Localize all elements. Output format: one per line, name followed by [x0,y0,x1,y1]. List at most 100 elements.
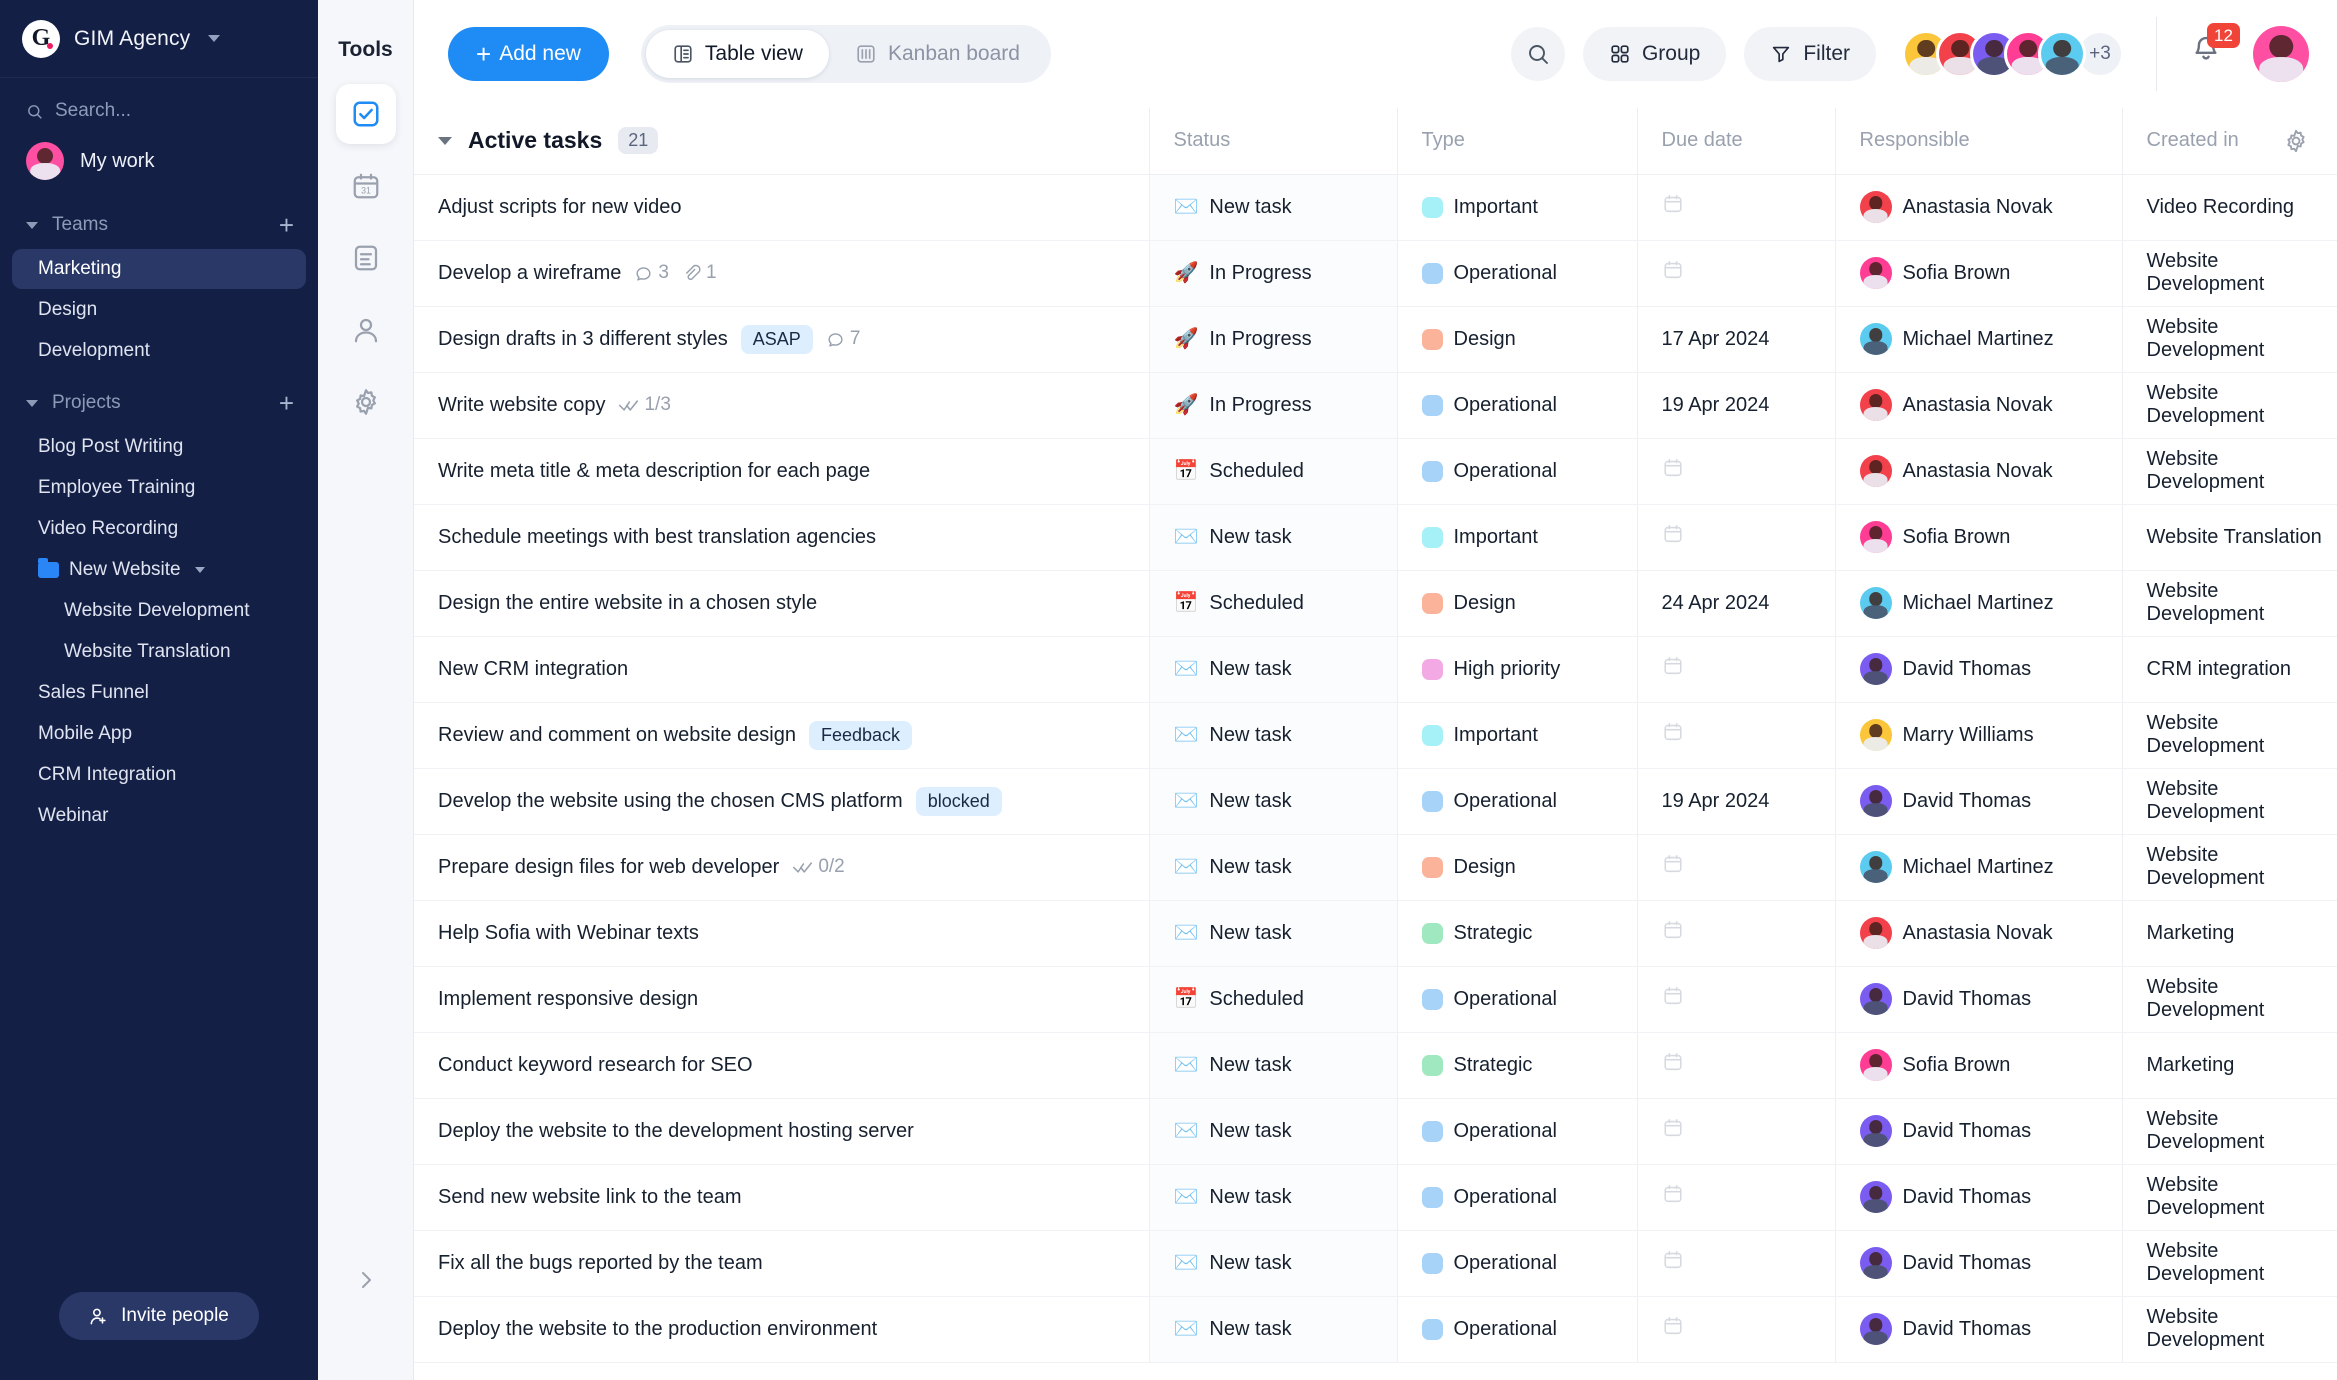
current-user-avatar[interactable] [2253,26,2309,82]
cell-status[interactable]: ✉️ New task [1148,702,1397,769]
cell-status[interactable]: ✉️ New task [1148,1230,1397,1297]
cell-responsible[interactable]: David Thomas [1834,1098,2122,1165]
cell-task[interactable]: Develop a wireframe 3 1 [414,240,1149,307]
cell-due-date[interactable] [1636,1098,1835,1165]
tool-calendar[interactable]: 31 [336,156,396,216]
notifications-button[interactable]: 12 [2189,23,2240,77]
cell-created-in[interactable]: Website Development [2121,1230,2337,1297]
cell-created-in[interactable]: Marketing [2121,900,2337,967]
cell-status[interactable]: ✉️ New task [1148,1098,1397,1165]
workspace-switcher[interactable]: G GIM Agency [0,0,318,78]
task-tag[interactable]: Feedback [808,720,913,750]
cell-responsible[interactable]: Anastasia Novak [1834,372,2122,439]
column-header-status[interactable]: Status [1148,108,1397,175]
chevron-down-icon[interactable] [26,399,38,407]
cell-responsible[interactable]: David Thomas [1834,966,2122,1033]
cell-due-date[interactable] [1636,1296,1835,1363]
cell-status[interactable]: 🚀 In Progress [1148,240,1397,307]
cell-created-in[interactable]: Website Development [2121,306,2337,373]
sidebar-item-employee-training[interactable]: Employee Training [12,468,306,508]
chevron-down-icon[interactable] [194,567,205,573]
cell-due-date[interactable] [1636,504,1835,571]
cell-status[interactable]: ✉️ New task [1148,1296,1397,1363]
cell-created-in[interactable]: Website Translation [2121,504,2337,571]
cell-created-in[interactable]: Website Development [2121,438,2337,505]
cell-due-date[interactable] [1636,702,1835,769]
cell-status[interactable]: ✉️ New task [1148,834,1397,901]
cell-task[interactable]: Review and comment on website design Feed… [414,702,1149,769]
cell-created-in[interactable]: Video Recording [2121,174,2337,241]
chevron-down-icon[interactable] [438,136,452,145]
cell-created-in[interactable]: Website Development [2121,834,2337,901]
sidebar-item-my-work[interactable]: My work [0,130,318,194]
sidebar-item-sales-funnel[interactable]: Sales Funnel [12,673,306,713]
cell-responsible[interactable]: Sofia Brown [1834,240,2122,307]
tab-table-view[interactable]: Table view [645,30,829,78]
table-row[interactable]: Help Sofia with Webinar texts ✉️ New task S… [414,900,2337,967]
cell-task[interactable]: Fix all the bugs reported by the team [414,1230,1149,1297]
table-row[interactable]: Conduct keyword research for SEO ✉️ New ta… [414,1032,2337,1099]
cell-due-date[interactable] [1636,174,1835,241]
cell-due-date[interactable]: 24 Apr 2024 [1636,570,1835,637]
cell-type[interactable]: Important [1396,702,1637,769]
cell-responsible[interactable]: Anastasia Novak [1834,174,2122,241]
cell-type[interactable]: Operational [1396,438,1637,505]
sidebar-item-website-development[interactable]: Website Development [12,591,306,631]
cell-task[interactable]: Deploy the website to the production env… [414,1296,1149,1363]
cell-due-date[interactable] [1636,1032,1835,1099]
cell-due-date[interactable] [1636,1164,1835,1231]
cell-due-date[interactable]: 17 Apr 2024 [1636,306,1835,373]
collapse-rail-button[interactable] [318,1268,413,1292]
cell-task[interactable]: Implement responsive design [414,966,1149,1033]
add-team-button[interactable]: + [279,212,294,238]
cell-responsible[interactable]: Michael Martinez [1834,834,2122,901]
cell-type[interactable]: Design [1396,570,1637,637]
cell-due-date[interactable]: 19 Apr 2024 [1636,372,1835,439]
cell-responsible[interactable]: David Thomas [1834,1230,2122,1297]
chevron-down-icon[interactable] [26,221,38,229]
filter-button[interactable]: Filter [1744,27,1876,81]
cell-task[interactable]: Write meta title & meta description for … [414,438,1149,505]
cell-status[interactable]: 📅 Scheduled [1148,438,1397,505]
table-row[interactable]: Design drafts in 3 different styles ASAP 7… [414,306,2337,373]
cell-created-in[interactable]: Website Development [2121,966,2337,1033]
cell-task[interactable]: Write website copy 1/3 [414,372,1149,439]
avatar[interactable] [2038,30,2086,78]
cell-type[interactable]: Operational [1396,1098,1637,1165]
cell-created-in[interactable]: Website Development [2121,240,2337,307]
cell-status[interactable]: ✉️ New task [1148,1032,1397,1099]
column-header-created-in[interactable]: Created in [2121,108,2337,175]
chevron-down-icon[interactable] [208,35,221,42]
column-header-type[interactable]: Type [1396,108,1637,175]
cell-created-in[interactable]: Website Development [2121,1296,2337,1363]
table-row[interactable]: Write meta title & meta description for … [414,438,2337,505]
cell-responsible[interactable]: Marry Williams [1834,702,2122,769]
table-row[interactable]: Adjust scripts for new video ✉️ New task Im… [414,174,2337,241]
cell-due-date[interactable] [1636,834,1835,901]
cell-type[interactable]: Operational [1396,1230,1637,1297]
cell-created-in[interactable]: CRM integration [2121,636,2337,703]
cell-type[interactable]: Operational [1396,372,1637,439]
cell-created-in[interactable]: Marketing [2121,1032,2337,1099]
cell-created-in[interactable]: Website Development [2121,372,2337,439]
cell-due-date[interactable] [1636,1230,1835,1297]
cell-task[interactable]: Send new website link to the team [414,1164,1149,1231]
column-header-due-date[interactable]: Due date [1636,108,1835,175]
cell-responsible[interactable]: Anastasia Novak [1834,438,2122,505]
cell-task[interactable]: Design drafts in 3 different styles ASAP 7 [414,306,1149,373]
cell-responsible[interactable]: Anastasia Novak [1834,900,2122,967]
cell-due-date[interactable]: 19 Apr 2024 [1636,768,1835,835]
table-row[interactable]: New CRM integration ✉️ New task High priori… [414,636,2337,703]
table-row[interactable]: Deploy the website to the production env… [414,1296,2337,1363]
sidebar-item-design[interactable]: Design [12,290,306,330]
cell-created-in[interactable]: Website Development [2121,702,2337,769]
cell-due-date[interactable] [1636,966,1835,1033]
table-row[interactable]: Implement responsive design 📅 Scheduled Ope… [414,966,2337,1033]
table-row[interactable]: Write website copy 1/3 🚀 In Progress Operati… [414,372,2337,439]
cell-status[interactable]: 🚀 In Progress [1148,372,1397,439]
tool-notes[interactable] [336,228,396,288]
cell-created-in[interactable]: Website Development [2121,570,2337,637]
table-row[interactable]: Fix all the bugs reported by the team ✉️ N… [414,1230,2337,1297]
cell-status[interactable]: ✉️ New task [1148,900,1397,967]
tool-settings[interactable] [336,372,396,432]
